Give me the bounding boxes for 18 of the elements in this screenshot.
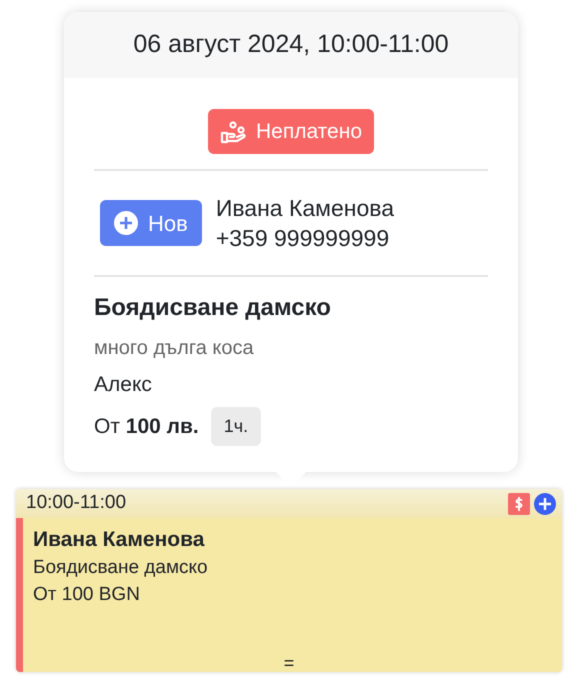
- hand-coins-icon: [220, 120, 248, 144]
- event-price: От 100 BGN: [33, 583, 141, 607]
- duration-chip: 1ч.: [210, 407, 262, 446]
- staff-name: Алекс: [94, 372, 153, 398]
- plus-circle-icon[interactable]: [534, 492, 556, 514]
- resize-handle[interactable]: =: [284, 654, 294, 672]
- event-time: 10:00-11:00: [26, 491, 126, 516]
- service-note: много дълга коса: [94, 336, 255, 361]
- popover-title: 06 август 2024, 10:00-11:00: [133, 29, 449, 60]
- price-text: От 100 лв.: [94, 414, 199, 440]
- event-service: Боядисване дамско: [33, 556, 209, 580]
- service-title: Боядисване дамско: [94, 293, 332, 323]
- event-client: Ивана Каменова: [33, 527, 206, 553]
- client-phone: +359 999999999: [216, 224, 390, 253]
- plus-circle-icon: [114, 211, 138, 235]
- client-name: Ивана Каменова: [216, 194, 394, 223]
- new-client-tag: Нов: [100, 200, 202, 246]
- unpaid-badge: Неплатено: [208, 109, 374, 154]
